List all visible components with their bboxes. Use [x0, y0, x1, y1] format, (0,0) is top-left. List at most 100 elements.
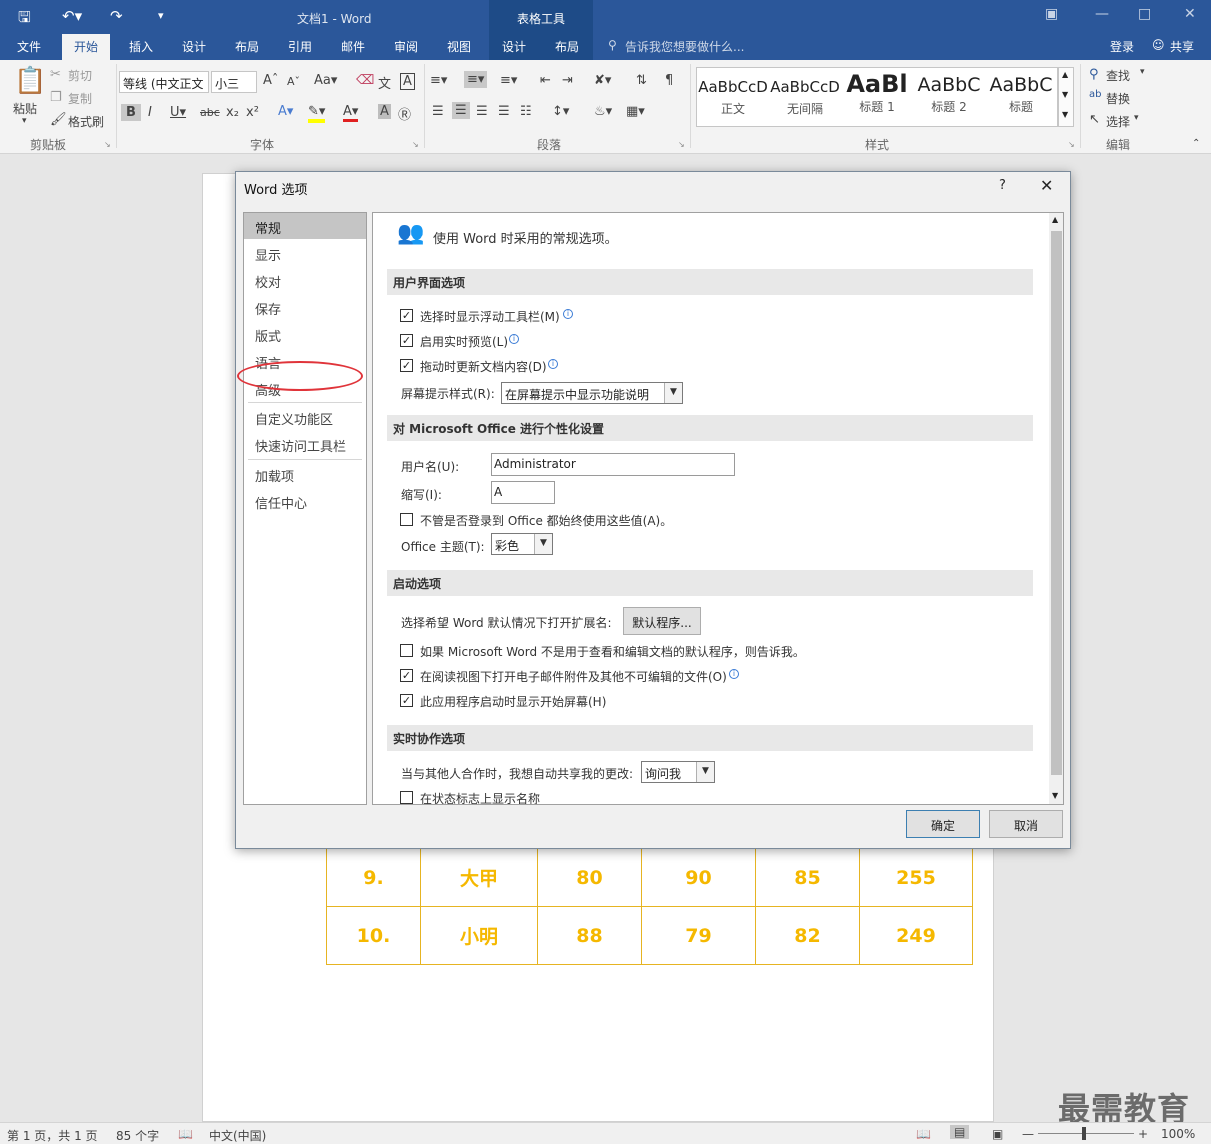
tab-design[interactable]: 设计 [182, 38, 206, 55]
style-title[interactable]: AaBbC 标题 [985, 68, 1057, 126]
initials-input[interactable]: A [491, 481, 555, 504]
bold-icon[interactable]: B [121, 104, 141, 121]
font-size-combo[interactable]: 小三 [211, 71, 257, 93]
nav-quick-access[interactable]: 快速访问工具栏 [244, 431, 366, 457]
font-launcher-icon[interactable]: ↘ [412, 140, 419, 149]
copy-button[interactable]: 复制 [68, 90, 92, 107]
chevron-down-icon[interactable]: ▼ [1062, 90, 1068, 99]
undo-icon[interactable]: ↶▾ [62, 7, 82, 25]
paste-button[interactable]: 粘贴 [13, 100, 37, 117]
underline-icon[interactable]: U▾ [170, 105, 186, 120]
maximize-icon[interactable]: □ [1138, 6, 1151, 22]
nav-addins[interactable]: 加载项 [244, 461, 366, 487]
share-changes-select[interactable]: 询问我 ▼ [641, 761, 715, 783]
nav-proofing[interactable]: 校对 [244, 267, 366, 293]
tab-home[interactable]: 开始 [62, 34, 111, 60]
select-dropdown-icon[interactable]: ▾ [1134, 113, 1139, 123]
superscript-icon[interactable]: x² [246, 105, 259, 120]
chevron-up-icon[interactable]: ▲ [1062, 70, 1068, 79]
tell-me-box[interactable]: 告诉我您想要做什么... [625, 38, 744, 55]
zoom-in-icon[interactable]: + [1138, 1127, 1148, 1141]
tab-insert[interactable]: 插入 [129, 38, 153, 55]
borders-icon[interactable]: ▦▾ [626, 104, 645, 119]
nav-save[interactable]: 保存 [244, 294, 366, 320]
nav-layout[interactable]: 版式 [244, 321, 366, 347]
text-effects-icon[interactable]: A▾ [278, 104, 293, 119]
more-styles-icon[interactable]: ▼ [1062, 110, 1068, 119]
shrink-font-icon[interactable]: Aˇ [287, 75, 300, 88]
phonetic-guide-icon[interactable]: 文 [378, 73, 391, 92]
tell-default-checkbox[interactable] [400, 644, 413, 657]
decrease-indent-icon[interactable]: ⇤ [540, 73, 551, 88]
paste-icon[interactable]: 📋 [14, 66, 46, 96]
tab-references[interactable]: 引用 [288, 38, 312, 55]
open-reading-checkbox[interactable]: ✓ [400, 669, 413, 682]
login-link[interactable]: 登录 [1110, 38, 1134, 55]
find-dropdown-icon[interactable]: ▾ [1140, 67, 1145, 77]
table-cell[interactable]: 249 [859, 906, 973, 965]
tab-table-layout[interactable]: 布局 [555, 38, 579, 55]
find-button[interactable]: 查找 [1106, 67, 1130, 84]
highlight-icon[interactable]: ✎▾ [308, 104, 326, 123]
proofing-icon[interactable]: 📖 [178, 1127, 193, 1141]
update-drag-checkbox[interactable]: ✓ [400, 359, 413, 372]
align-right-icon[interactable]: ☰ [476, 104, 488, 119]
tab-review[interactable]: 审阅 [394, 38, 418, 55]
read-mode-icon[interactable]: 📖 [916, 1127, 931, 1141]
word-count[interactable]: 85 个字 [116, 1127, 159, 1144]
table-cell[interactable]: 79 [641, 906, 756, 965]
chevron-up-icon[interactable]: ▲ [1052, 215, 1058, 224]
italic-icon[interactable]: I [148, 105, 152, 120]
mini-toolbar-checkbox[interactable]: ✓ [400, 309, 413, 322]
save-icon[interactable]: 🖫 [18, 7, 31, 32]
tab-table-design[interactable]: 设计 [502, 38, 526, 55]
tab-file[interactable]: 文件 [17, 38, 41, 55]
cut-button[interactable]: 剪切 [68, 67, 92, 84]
paste-dropdown-icon[interactable]: ▾ [22, 116, 27, 126]
nav-customize-ribbon[interactable]: 自定义功能区 [244, 404, 366, 430]
default-programs-button[interactable]: 默认程序... [623, 607, 701, 635]
table-cell[interactable]: 82 [755, 906, 860, 965]
page-count[interactable]: 第 1 页，共 1 页 [7, 1127, 98, 1144]
theme-select[interactable]: 彩色 ▼ [491, 533, 553, 555]
nav-trust-center[interactable]: 信任中心 [244, 488, 366, 514]
table-cell[interactable]: 10. [326, 906, 421, 965]
username-input[interactable]: Administrator [491, 453, 735, 476]
char-shading-icon[interactable]: A [378, 104, 391, 119]
table-cell[interactable]: 80 [537, 848, 642, 907]
help-button[interactable]: ? [999, 178, 1006, 193]
close-icon[interactable]: ✕ [1184, 6, 1196, 22]
table-cell[interactable]: 小明 [420, 906, 538, 965]
align-center-icon[interactable]: ☰ [452, 102, 470, 119]
grow-font-icon[interactable]: Aˆ [263, 73, 278, 88]
cancel-button[interactable]: 取消 [989, 810, 1063, 838]
shading-icon[interactable]: ♨▾ [594, 104, 612, 119]
style-heading-2[interactable]: AaBbC 标题 2 [913, 68, 985, 126]
multilevel-list-icon[interactable]: ≡▾ [500, 73, 517, 88]
chevron-down-icon[interactable]: ▼ [1052, 791, 1058, 800]
chinese-layout-icon[interactable]: ✘▾ [594, 73, 611, 88]
change-case-icon[interactable]: Aa▾ [314, 73, 337, 88]
tab-mailings[interactable]: 邮件 [341, 38, 365, 55]
table-cell[interactable]: 大甲 [420, 848, 538, 907]
table-cell[interactable]: 85 [755, 848, 860, 907]
tab-layout[interactable]: 布局 [235, 38, 259, 55]
live-preview-checkbox[interactable]: ✓ [400, 334, 413, 347]
tab-view[interactable]: 视图 [447, 38, 471, 55]
scrollbar-thumb[interactable] [1051, 231, 1062, 775]
print-layout-icon[interactable]: ▤ [950, 1125, 970, 1139]
distributed-icon[interactable]: ☷ [520, 104, 532, 119]
show-names-checkbox[interactable] [400, 791, 413, 804]
style-normal[interactable]: AaBbCcD 正文 [697, 68, 769, 126]
bullets-icon[interactable]: ≡▾ [430, 73, 447, 88]
format-painter-button[interactable]: 格式刷 [68, 113, 104, 130]
clear-format-icon[interactable]: ⌫ [356, 73, 374, 88]
font-color-icon[interactable]: A▾ [343, 104, 359, 122]
sort-icon[interactable]: ⇅ [636, 73, 647, 88]
ok-button[interactable]: 确定 [906, 810, 980, 838]
enclose-char-icon[interactable]: A [400, 73, 415, 90]
collapse-ribbon-icon[interactable]: ⌃ [1192, 138, 1200, 149]
increase-indent-icon[interactable]: ⇥ [562, 73, 573, 88]
font-name-combo[interactable]: 等线 (中文正文 [119, 71, 209, 93]
table-cell[interactable]: 88 [537, 906, 642, 965]
